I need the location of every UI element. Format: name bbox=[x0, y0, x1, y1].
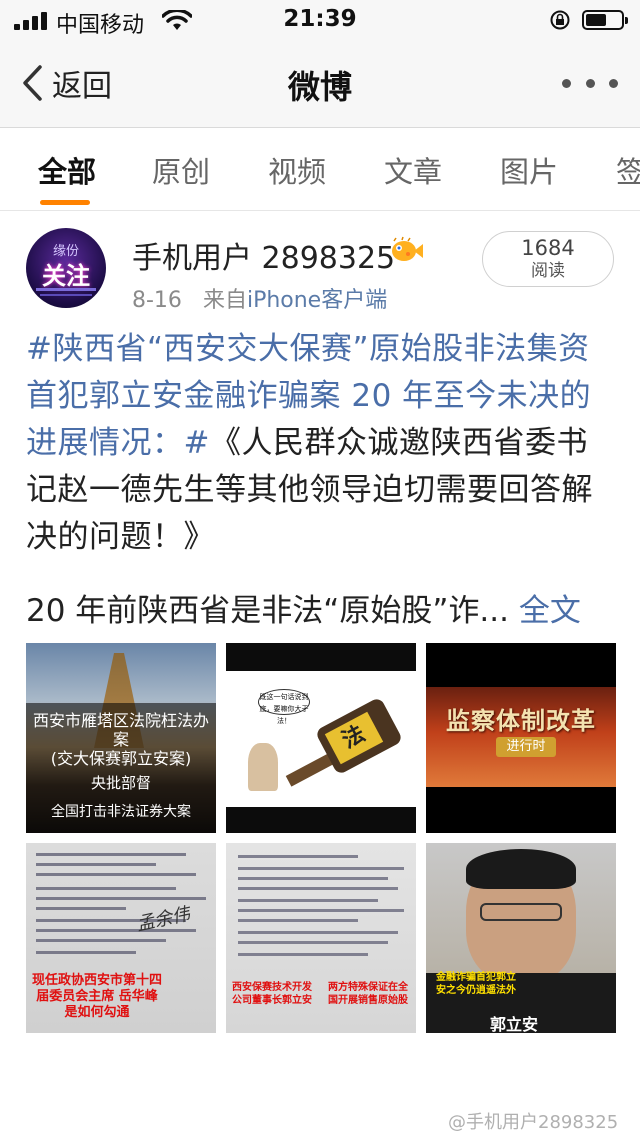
status-bar: 中国移动 21:39 bbox=[0, 0, 640, 40]
post-image-4[interactable]: 孟余伟 现任政协西安市第十四届委员会主席 岳华峰是如何勾通 bbox=[26, 843, 216, 1033]
tab-pictures[interactable]: 图片 bbox=[500, 149, 558, 191]
battery-icon bbox=[582, 10, 628, 30]
tab-all[interactable]: 全部 bbox=[38, 149, 96, 191]
image-1-line-1b: (交大保赛郭立安案) bbox=[50, 749, 192, 768]
image-6-caption: 金融诈骗首犯郭立安之今仍逍遥法外 bbox=[436, 972, 516, 996]
image-5-red-text-left: 西安保赛技术开发公司董事长郭立安 bbox=[232, 982, 312, 1006]
username[interactable]: 手机用户 2898325 bbox=[132, 233, 395, 277]
read-count: 1684 bbox=[521, 236, 575, 260]
post-text: #陕西省“西安交大保赛”原始股非法集资首犯郭立安金融诈骗案 20 年至今未决的进… bbox=[26, 326, 618, 561]
source-link[interactable]: iPhone客户端 bbox=[247, 288, 387, 313]
image-4-red-text: 现任政协西安市第十四届委员会主席 岳华峰是如何勾通 bbox=[32, 973, 163, 1020]
image-3-title: 监察体制改革 bbox=[446, 707, 596, 735]
post-date: 8-16 bbox=[132, 288, 182, 313]
clock: 21:39 bbox=[283, 6, 357, 32]
post-image-5[interactable]: 西安保赛技术开发公司董事长郭立安 两方特殊保证在全国开展销售原始股 bbox=[226, 843, 416, 1033]
tab-original[interactable]: 原创 bbox=[152, 149, 210, 191]
image-3-subtitle: 进行时 bbox=[496, 737, 556, 757]
post-image-3[interactable]: 监察体制改革 进行时 bbox=[426, 643, 616, 833]
image-1-line-2: 央批部督 bbox=[90, 774, 151, 792]
active-tab-indicator bbox=[40, 200, 90, 205]
tab-article[interactable]: 文章 bbox=[384, 149, 442, 191]
image-1-line-1: 西安市雁塔区法院枉法办案 bbox=[32, 711, 209, 749]
image-1-line-3: 全国打击非法证券大案 bbox=[51, 804, 191, 820]
post-image-2[interactable]: 既这一句话说到底，要嘛你大于法！ 法 bbox=[226, 643, 416, 833]
pufferfish-badge-icon bbox=[392, 236, 423, 261]
page-title: 微博 bbox=[287, 68, 352, 106]
more-dots-icon[interactable] bbox=[562, 76, 618, 90]
post-meta: 8-16 来自iPhone客户端 bbox=[132, 282, 387, 314]
navigation-bar: 返回 微博 bbox=[0, 40, 640, 128]
image-2-speech-bubble: 既这一句话说到底，要嘛你大于法！ bbox=[258, 689, 310, 725]
post-excerpt: 20 年前陕西省是非法“原始股”诈... bbox=[26, 593, 509, 629]
tab-bar: 全部 原创 视频 文章 图片 签 bbox=[0, 129, 640, 211]
image-6-name: 郭立安 bbox=[490, 1015, 539, 1033]
rotation-lock-icon bbox=[550, 10, 570, 30]
image-5-red-text-right: 两方特殊保证在全国开展销售原始股 bbox=[328, 982, 408, 1006]
post-excerpt-line: 20 年前陕西省是非法“原始股”诈... 全文 bbox=[26, 588, 626, 635]
tab-video[interactable]: 视频 bbox=[268, 149, 326, 191]
read-count-badge: 1684 阅读 bbox=[482, 231, 614, 287]
full-text-link[interactable]: 全文 bbox=[519, 593, 581, 629]
image-2-figure bbox=[248, 743, 278, 791]
post-image-1[interactable]: 西安市雁塔区法院枉法办案 (交大保赛郭立安案) 央批部督 全国打击非法证券大案 bbox=[26, 643, 216, 833]
avatar-text: 关注 bbox=[42, 262, 90, 290]
avatar[interactable]: 缘份 关注 bbox=[26, 228, 106, 308]
source-prefix: 来自 bbox=[202, 288, 247, 313]
tab-checkin[interactable]: 签 bbox=[616, 149, 640, 191]
read-count-label: 阅读 bbox=[531, 261, 565, 281]
post-source: 来自iPhone客户端 bbox=[189, 288, 387, 313]
watermark: @手机用户2898325 bbox=[448, 1112, 619, 1133]
post-image-6[interactable]: 金融诈骗首犯郭立安之今仍逍遥法外 郭立安 bbox=[426, 843, 616, 1033]
